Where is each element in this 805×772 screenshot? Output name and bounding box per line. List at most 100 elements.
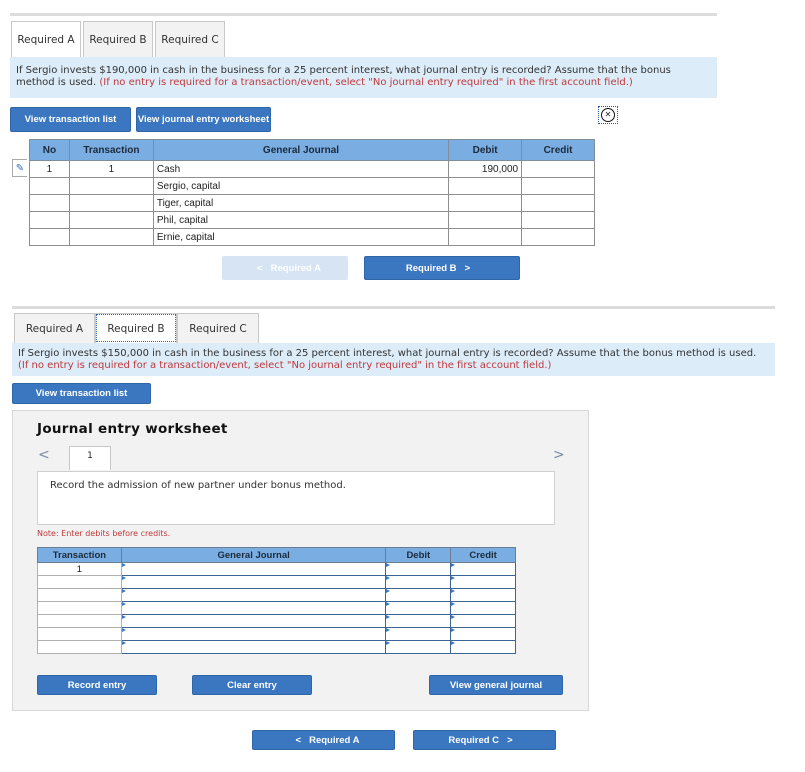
- prev-required-a-button: < Required A: [222, 256, 348, 280]
- credit-input[interactable]: [450, 614, 516, 628]
- next-required-c-button[interactable]: Required C >: [413, 730, 556, 750]
- header-transaction: Transaction: [37, 547, 122, 563]
- cell-transaction: 1: [68, 160, 154, 178]
- debit-input[interactable]: [385, 575, 452, 589]
- table-row: 1 1 Cash 190,000: [29, 160, 595, 178]
- record-entry-button[interactable]: Record entry: [37, 675, 157, 695]
- table-row: Phil, capital: [29, 211, 595, 229]
- credit-input[interactable]: [450, 575, 516, 589]
- cell-account: Cash: [152, 160, 450, 178]
- cell-account: Phil, capital: [152, 211, 450, 229]
- table-row: Sergio, capital: [29, 177, 595, 195]
- next-label: Required C: [448, 734, 500, 746]
- credit-input[interactable]: [450, 588, 516, 602]
- description-text: Record the admission of new partner unde…: [50, 480, 346, 491]
- cell-debit: [448, 177, 523, 195]
- tab-required-b[interactable]: Required B: [83, 21, 153, 57]
- view-transaction-list-button[interactable]: View transaction list: [12, 383, 151, 404]
- cell-credit: [521, 194, 595, 212]
- worksheet-tab-1[interactable]: 1: [69, 446, 111, 470]
- cell-transaction: 1: [37, 562, 122, 576]
- account-input[interactable]: [120, 601, 387, 615]
- chevron-right-icon: >: [507, 734, 513, 746]
- debit-input[interactable]: [385, 562, 452, 576]
- header-credit: Credit: [450, 547, 516, 563]
- table-row: [37, 640, 516, 654]
- prev-label: Required A: [270, 262, 321, 274]
- credit-input[interactable]: [450, 601, 516, 615]
- tab-required-c[interactable]: Required C: [155, 21, 225, 57]
- cell-no: [29, 211, 70, 229]
- table-row: [37, 588, 516, 602]
- credit-input[interactable]: [450, 627, 516, 641]
- prev-required-a-button[interactable]: < Required A: [252, 730, 395, 750]
- tab-required-a[interactable]: Required A: [11, 21, 81, 57]
- tabs-part-a: Required A Required B Required C: [11, 21, 227, 57]
- general-journal-table-a: No Transaction General Journal Debit Cre…: [29, 139, 595, 246]
- cell-transaction: [68, 177, 154, 195]
- journal-entry-table: Transaction General Journal Debit Credit…: [37, 547, 516, 654]
- credit-input[interactable]: [450, 640, 516, 654]
- cell-account: Sergio, capital: [152, 177, 450, 195]
- divider-middle: [12, 306, 775, 309]
- cell-transaction: [68, 211, 154, 229]
- account-input[interactable]: [120, 627, 387, 641]
- cell-credit: [521, 228, 595, 246]
- account-input[interactable]: [120, 588, 387, 602]
- table-row: [37, 627, 516, 641]
- cell-credit: [521, 177, 595, 195]
- table-row: Ernie, capital: [29, 228, 595, 246]
- tabs-part-b: Required A Required B Required C: [14, 313, 261, 343]
- cell-debit: [448, 211, 523, 229]
- question-text: If Sergio invests $150,000 in cash in th…: [18, 348, 757, 359]
- account-input[interactable]: [120, 614, 387, 628]
- cell-no: [29, 177, 70, 195]
- cell-transaction: [37, 640, 122, 654]
- view-transaction-list-button[interactable]: View transaction list: [10, 107, 131, 132]
- debit-input[interactable]: [385, 588, 452, 602]
- cell-no: [29, 194, 70, 212]
- worksheet-title: Journal entry worksheet: [37, 421, 228, 437]
- credit-input[interactable]: [450, 562, 516, 576]
- account-input[interactable]: [120, 640, 387, 654]
- instruction-text: (If no entry is required for a transacti…: [99, 77, 633, 88]
- cell-transaction: [68, 194, 154, 212]
- tab-required-b[interactable]: Required B: [95, 313, 177, 343]
- chevron-left-icon[interactable]: <: [38, 447, 50, 463]
- cell-transaction: [37, 601, 122, 615]
- table-row: [37, 614, 516, 628]
- table-row: 1: [37, 562, 516, 576]
- pencil-icon[interactable]: ✎: [12, 159, 27, 177]
- instruction-text: (If no entry is required for a transacti…: [18, 360, 552, 371]
- cell-credit: [521, 211, 595, 229]
- cell-transaction: [37, 575, 122, 589]
- table-row: [37, 601, 516, 615]
- header-debit: Debit: [448, 139, 523, 161]
- question-box-b: If Sergio invests $150,000 in cash in th…: [12, 343, 775, 376]
- cell-transaction: [37, 614, 122, 628]
- clear-entry-button[interactable]: Clear entry: [192, 675, 312, 695]
- account-input[interactable]: [120, 575, 387, 589]
- chevron-right-icon[interactable]: >: [553, 447, 565, 463]
- debit-input[interactable]: [385, 627, 452, 641]
- tab-required-c[interactable]: Required C: [177, 313, 259, 343]
- tab-required-a[interactable]: Required A: [14, 313, 95, 343]
- header-no: No: [29, 139, 70, 161]
- header-general-journal: General Journal: [152, 139, 450, 161]
- next-label: Required B: [405, 262, 457, 274]
- cell-no: [29, 228, 70, 246]
- debit-input[interactable]: [385, 640, 452, 654]
- close-icon[interactable]: ✕: [598, 106, 618, 124]
- next-required-b-button[interactable]: Required B >: [364, 256, 520, 280]
- debit-input[interactable]: [385, 614, 452, 628]
- question-box-a: If Sergio invests $190,000 in cash in th…: [10, 57, 717, 98]
- chevron-left-icon: <: [257, 262, 263, 274]
- prev-label: Required A: [309, 734, 360, 746]
- account-input[interactable]: [120, 562, 387, 576]
- cell-credit: [521, 160, 595, 178]
- view-general-journal-button[interactable]: View general journal: [429, 675, 563, 695]
- divider-top: [10, 13, 717, 16]
- cell-transaction: [37, 627, 122, 641]
- debit-input[interactable]: [385, 601, 452, 615]
- view-journal-entry-worksheet-button[interactable]: View journal entry worksheet: [136, 107, 271, 132]
